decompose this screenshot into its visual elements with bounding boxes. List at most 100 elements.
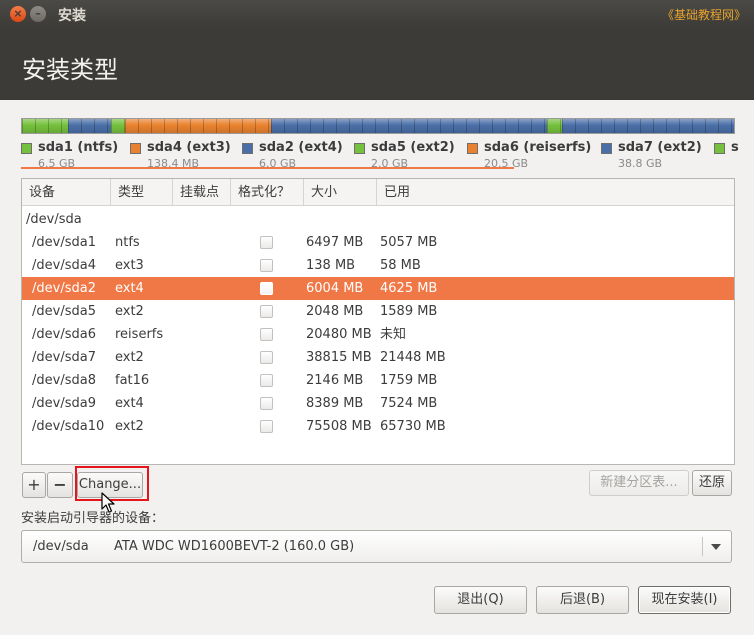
combo-separator [702,537,703,556]
cell-size: 20480 MB [306,327,372,342]
close-icon[interactable]: × [10,6,26,22]
format-checkbox[interactable] [260,420,273,433]
cell-type: ext4 [115,281,144,296]
install-now-button[interactable]: 现在安装(I) [638,586,731,614]
page-header: 安装类型 [0,28,754,100]
cell-device: /dev/sda1 [32,235,96,250]
cell-used: 7524 MB [380,396,438,411]
legend-swatch [130,143,141,154]
cell-used: 21448 MB [380,350,446,365]
legend-size: 20.5 GB [484,157,529,170]
window-title: 安装 [58,8,86,24]
legend-name: sda2 (ext4) [259,140,343,155]
cell-size: 138 MB [306,258,356,273]
legend-size: 138.4 MB [147,157,200,170]
column-device[interactable]: 设备 [22,179,111,206]
cell-device: /dev/sda10 [32,419,105,434]
boot-loader-label: 安装启动引导器的设备： [21,511,165,526]
add-partition-button[interactable]: + [22,472,46,498]
column-used[interactable]: 已用 [377,179,734,206]
legend-name: s [731,140,739,155]
column-size[interactable]: 大小 [304,179,377,206]
cell-type: fat16 [115,373,150,388]
legend-name: sda4 (ext3) [147,140,231,155]
cell-size: 2048 MB [306,304,364,319]
cell-type: ext2 [115,304,144,319]
chevron-down-icon[interactable] [711,544,721,550]
cell-device: /dev/sda5 [32,304,96,319]
legend-swatch [242,143,253,154]
cell-used: 1589 MB [380,304,438,319]
remove-partition-button[interactable]: − [47,472,73,498]
partition-bar-segment [68,119,111,133]
format-checkbox[interactable] [260,259,273,272]
table-row[interactable]: /dev/sda2 ext4 6004 MB 4625 MB [22,277,734,300]
cell-type: ntfs [115,235,140,250]
legend-swatch [21,143,32,154]
cell-size: 6004 MB [306,281,364,296]
column-mount[interactable]: 挂载点 [173,179,231,206]
cell-size: 8389 MB [306,396,364,411]
legend-size: 2.0 GB [371,157,409,170]
cell-used: 1759 MB [380,373,438,388]
legend-swatch [354,143,365,154]
disk-row[interactable]: /dev/sda [22,208,734,231]
legend-size: 6.5 GB [38,157,76,170]
format-checkbox[interactable] [260,351,273,364]
table-row[interactable]: /dev/sda9 ext4 8389 MB 7524 MB [22,392,734,415]
partition-bar-segment [271,119,548,133]
cell-size: 75508 MB [306,419,372,434]
page-title: 安装类型 [22,56,118,84]
legend-size: 38.8 GB [618,157,663,170]
boot-device-select[interactable]: /dev/sda ATA WDC WD1600BEVT-2 (160.0 GB) [21,530,732,563]
title-bar: × – 安装 《基础教程网》 [0,0,754,28]
table-row[interactable]: /dev/sda5 ext2 2048 MB 1589 MB [22,300,734,323]
format-checkbox[interactable] [260,328,273,341]
legend-name: sda7 (ext2) [618,140,702,155]
partition-bar [21,118,735,134]
cell-used: 5057 MB [380,235,438,250]
legend-swatch [467,143,478,154]
cell-device: /dev/sda8 [32,373,96,388]
partition-bar-segment [547,119,563,133]
partition-legend: sda1 (ntfs) 6.5 GB sda4 (ext3) 138.4 MB sda2… [21,140,739,172]
minimize-icon[interactable]: – [30,6,46,22]
boot-device-model: ATA WDC WD1600BEVT-2 (160.0 GB) [114,539,355,554]
revert-button[interactable]: 还原 [692,470,732,496]
partition-bar-segment [562,119,734,133]
watermark: 《基础教程网》 [661,8,746,22]
legend-swatch [714,143,725,154]
table-row[interactable]: /dev/sda4 ext3 138 MB 58 MB [22,254,734,277]
partition-table: 设备 类型 挂载点 格式化？ 大小 已用 /dev/sda /dev/sda1 n… [21,178,735,465]
table-row[interactable]: /dev/sda6 reiserfs 20480 MB 未知 [22,323,734,346]
column-format[interactable]: 格式化？ [231,179,304,206]
partition-bar-segment [110,119,126,133]
format-checkbox[interactable] [260,282,273,295]
table-row[interactable]: /dev/sda1 ntfs 6497 MB 5057 MB [22,231,734,254]
cell-size: 6497 MB [306,235,364,250]
cell-device: /dev/sda7 [32,350,96,365]
format-checkbox[interactable] [260,236,273,249]
back-button[interactable]: 后退(B) [536,586,629,614]
format-checkbox[interactable] [260,374,273,387]
table-row[interactable]: /dev/sda7 ext2 38815 MB 21448 MB [22,346,734,369]
legend-size: 6.0 GB [259,157,297,170]
quit-button[interactable]: 退出(Q) [434,586,527,614]
boot-device-value: /dev/sda [33,539,89,554]
cell-used: 4625 MB [380,281,438,296]
disk-device: /dev/sda [26,212,82,227]
cell-type: reiserfs [115,327,164,342]
cell-used: 58 MB [380,258,421,273]
format-checkbox[interactable] [260,397,273,410]
new-partition-table-button[interactable]: 新建分区表... [589,470,689,496]
table-row[interactable]: /dev/sda8 fat16 2146 MB 1759 MB [22,369,734,392]
cell-type: ext4 [115,396,144,411]
format-checkbox[interactable] [260,305,273,318]
legend-name: sda5 (ext2) [371,140,455,155]
cell-size: 2146 MB [306,373,364,388]
column-type[interactable]: 类型 [111,179,173,206]
table-row[interactable]: /dev/sda10 ext2 75508 MB 65730 MB [22,415,734,438]
legend-name: sda6 (reiserfs) [484,140,592,155]
partition-bar-segment [22,119,69,133]
cell-used: 65730 MB [380,419,446,434]
